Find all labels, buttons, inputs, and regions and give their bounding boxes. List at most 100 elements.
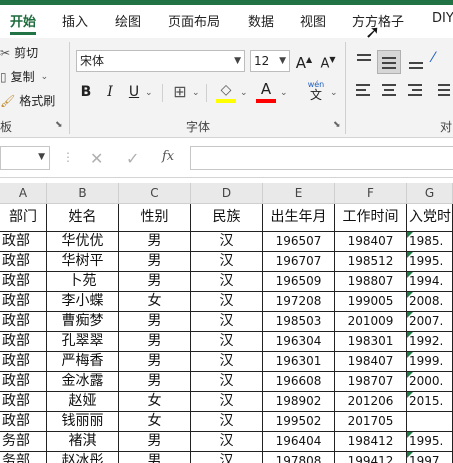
align-left-button[interactable] xyxy=(353,80,375,102)
tab-insert[interactable]: 插入 xyxy=(62,11,88,30)
tab-draw[interactable]: 绘图 xyxy=(115,11,141,30)
table-cell[interactable]: 汉 xyxy=(191,372,263,392)
fill-color-button[interactable]: ◇ xyxy=(216,80,236,100)
header-cell[interactable]: 出生年月 xyxy=(263,204,335,232)
column-header-e[interactable]: E xyxy=(263,183,335,204)
table-cell[interactable]: 褚淇 xyxy=(47,432,119,452)
table-cell[interactable]: 2008. xyxy=(407,292,453,312)
table-cell[interactable]: 赵娅 xyxy=(47,392,119,412)
header-cell[interactable]: 入党时 xyxy=(407,204,453,232)
table-cell[interactable]: 政部 xyxy=(0,272,47,292)
table-cell[interactable]: 196707 xyxy=(263,252,335,272)
copy-button[interactable]: ▯ 复制 ⌄ xyxy=(0,68,48,85)
error-indicator-icon[interactable] xyxy=(407,352,413,358)
column-header-f[interactable]: F xyxy=(335,183,407,204)
phonetic-dropdown-chevron-icon[interactable]: ⌄ xyxy=(330,88,338,98)
table-cell[interactable]: 198503 xyxy=(263,312,335,332)
table-cell[interactable]: 198407 xyxy=(335,352,407,372)
table-cell[interactable]: 199412 xyxy=(335,452,407,463)
font-size-combo[interactable]: 12 ▼ xyxy=(250,50,290,72)
table-cell[interactable]: 198807 xyxy=(335,272,407,292)
font-color-button[interactable]: A xyxy=(256,79,276,99)
table-cell[interactable]: 政部 xyxy=(0,312,47,332)
enter-icon[interactable]: ✓ xyxy=(126,149,139,168)
align-middle-button[interactable] xyxy=(377,50,401,74)
formula-bar-grip-icon[interactable]: ⋮ xyxy=(62,150,74,164)
table-cell[interactable]: 政部 xyxy=(0,232,47,252)
font-name-combo[interactable]: 宋体 ▼ xyxy=(76,50,245,72)
table-cell[interactable]: 政部 xyxy=(0,352,47,372)
table-cell[interactable]: 务部 xyxy=(0,452,47,463)
error-indicator-icon[interactable] xyxy=(407,392,413,398)
font-color-dropdown-chevron-icon[interactable]: ⌄ xyxy=(280,88,288,98)
table-cell[interactable]: 男 xyxy=(119,232,191,252)
table-cell[interactable]: 汉 xyxy=(191,392,263,412)
tab-view[interactable]: 视图 xyxy=(300,11,326,30)
tab-data[interactable]: 数据 xyxy=(248,11,274,30)
table-cell[interactable]: 1999. xyxy=(407,352,453,372)
table-cell[interactable]: 政部 xyxy=(0,392,47,412)
table-cell[interactable]: 钱丽丽 xyxy=(47,412,119,432)
column-header-d[interactable]: D xyxy=(191,183,263,204)
table-cell[interactable]: 198301 xyxy=(335,332,407,352)
table-cell[interactable]: 男 xyxy=(119,352,191,372)
chevron-down-icon[interactable]: ▼ xyxy=(234,51,241,71)
error-indicator-icon[interactable] xyxy=(407,452,413,458)
fill-dropdown-chevron-icon[interactable]: ⌄ xyxy=(240,88,248,98)
clipboard-launcher-icon[interactable]: ⬊ xyxy=(55,120,63,130)
error-indicator-icon[interactable] xyxy=(407,432,413,438)
increase-font-button[interactable]: A▲ xyxy=(294,50,314,73)
align-right-button[interactable] xyxy=(405,80,427,102)
table-cell[interactable]: 196404 xyxy=(263,432,335,452)
underline-button[interactable]: U xyxy=(124,82,144,102)
table-cell[interactable]: 198902 xyxy=(263,392,335,412)
font-launcher-icon[interactable]: ⬊ xyxy=(333,120,341,130)
error-indicator-icon[interactable] xyxy=(407,292,413,298)
table-cell[interactable]: 男 xyxy=(119,452,191,463)
table-cell[interactable]: 男 xyxy=(119,432,191,452)
table-cell[interactable]: 汉 xyxy=(191,432,263,452)
table-cell[interactable]: 汉 xyxy=(191,412,263,432)
error-indicator-icon[interactable] xyxy=(407,312,413,318)
table-cell[interactable]: 198407 xyxy=(335,232,407,252)
table-cell[interactable]: 女 xyxy=(119,392,191,412)
name-box[interactable]: ▼ xyxy=(0,146,50,170)
table-cell[interactable]: 2007. xyxy=(407,312,453,332)
table-cell[interactable]: 198707 xyxy=(335,372,407,392)
chevron-down-icon[interactable]: ▼ xyxy=(38,152,45,162)
column-header-g[interactable]: G xyxy=(407,183,453,204)
italic-button[interactable]: I xyxy=(100,82,120,102)
column-header-a[interactable]: A xyxy=(0,183,47,204)
copy-dropdown-chevron-icon[interactable]: ⌄ xyxy=(41,72,49,82)
table-cell[interactable]: 男 xyxy=(119,252,191,272)
table-cell[interactable]: 2015. xyxy=(407,392,453,412)
table-cell[interactable]: 199005 xyxy=(335,292,407,312)
table-cell[interactable]: 汉 xyxy=(191,232,263,252)
error-indicator-icon[interactable] xyxy=(407,232,413,238)
table-cell[interactable]: 汉 xyxy=(191,292,263,312)
insert-function-icon[interactable]: fx xyxy=(162,149,174,164)
table-cell[interactable]: 政部 xyxy=(0,252,47,272)
table-cell[interactable] xyxy=(407,412,453,432)
table-cell[interactable]: 赵冰彤 xyxy=(47,452,119,463)
table-cell[interactable]: 李小蝶 xyxy=(47,292,119,312)
table-cell[interactable]: 198412 xyxy=(335,432,407,452)
header-cell[interactable]: 性别 xyxy=(119,204,191,232)
table-cell[interactable]: 196507 xyxy=(263,232,335,252)
table-cell[interactable]: 汉 xyxy=(191,452,263,463)
table-cell[interactable]: 孔翠翠 xyxy=(47,332,119,352)
header-cell[interactable]: 民族 xyxy=(191,204,263,232)
table-cell[interactable]: 1995. xyxy=(407,432,453,452)
error-indicator-icon[interactable] xyxy=(407,252,413,258)
align-top-button[interactable] xyxy=(353,50,375,72)
error-indicator-icon[interactable] xyxy=(407,332,413,338)
table-cell[interactable]: 金冰露 xyxy=(47,372,119,392)
table-cell[interactable]: 华树平 xyxy=(47,252,119,272)
table-cell[interactable]: 男 xyxy=(119,372,191,392)
table-cell[interactable]: 政部 xyxy=(0,372,47,392)
table-cell[interactable]: 197208 xyxy=(263,292,335,312)
borders-dropdown-chevron-icon[interactable]: ⌄ xyxy=(192,88,200,98)
error-indicator-icon[interactable] xyxy=(407,372,413,378)
header-cell[interactable]: 姓名 xyxy=(47,204,119,232)
table-cell[interactable]: 汉 xyxy=(191,312,263,332)
